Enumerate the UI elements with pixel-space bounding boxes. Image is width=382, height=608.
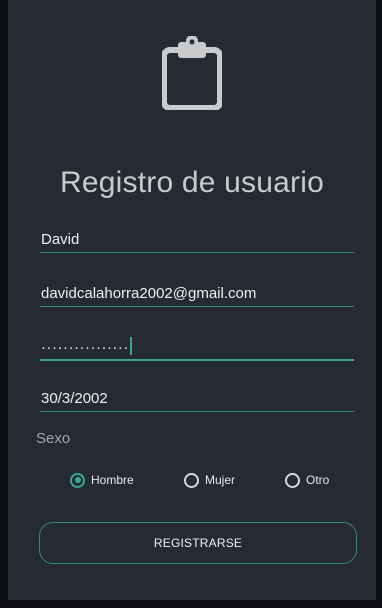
register-button[interactable]: REGISTRARSE [39,522,357,564]
email-value: davidcalahorra2002@gmail.com [41,285,257,302]
password-field[interactable]: ················ [40,337,354,361]
radio-mujer-label: Mujer [205,473,236,487]
text-cursor [129,337,132,355]
sex-label: Sexo [36,430,71,447]
radio-unchecked-icon [285,472,300,488]
radio-mujer[interactable]: Mujer [184,470,235,490]
password-mask: ················ [41,339,129,356]
radio-hombre-label: Hombre [91,473,134,487]
name-value: David [41,231,80,248]
radio-otro-label: Otro [306,473,330,487]
birthdate-value: 30/3/2002 [41,390,108,407]
name-field[interactable]: David [40,230,354,253]
clipboard-icon [162,36,222,110]
page-title: Registro de usuario [60,166,324,199]
radio-checked-icon [70,472,85,488]
radio-hombre[interactable]: Hombre [70,470,134,490]
registration-screen: Registro de usuario David davidcalahorra… [8,0,376,600]
birthdate-field[interactable]: 30/3/2002 [40,389,354,412]
email-field[interactable]: davidcalahorra2002@gmail.com [40,284,354,307]
radio-unchecked-icon [184,472,199,488]
radio-otro[interactable]: Otro [285,470,329,490]
